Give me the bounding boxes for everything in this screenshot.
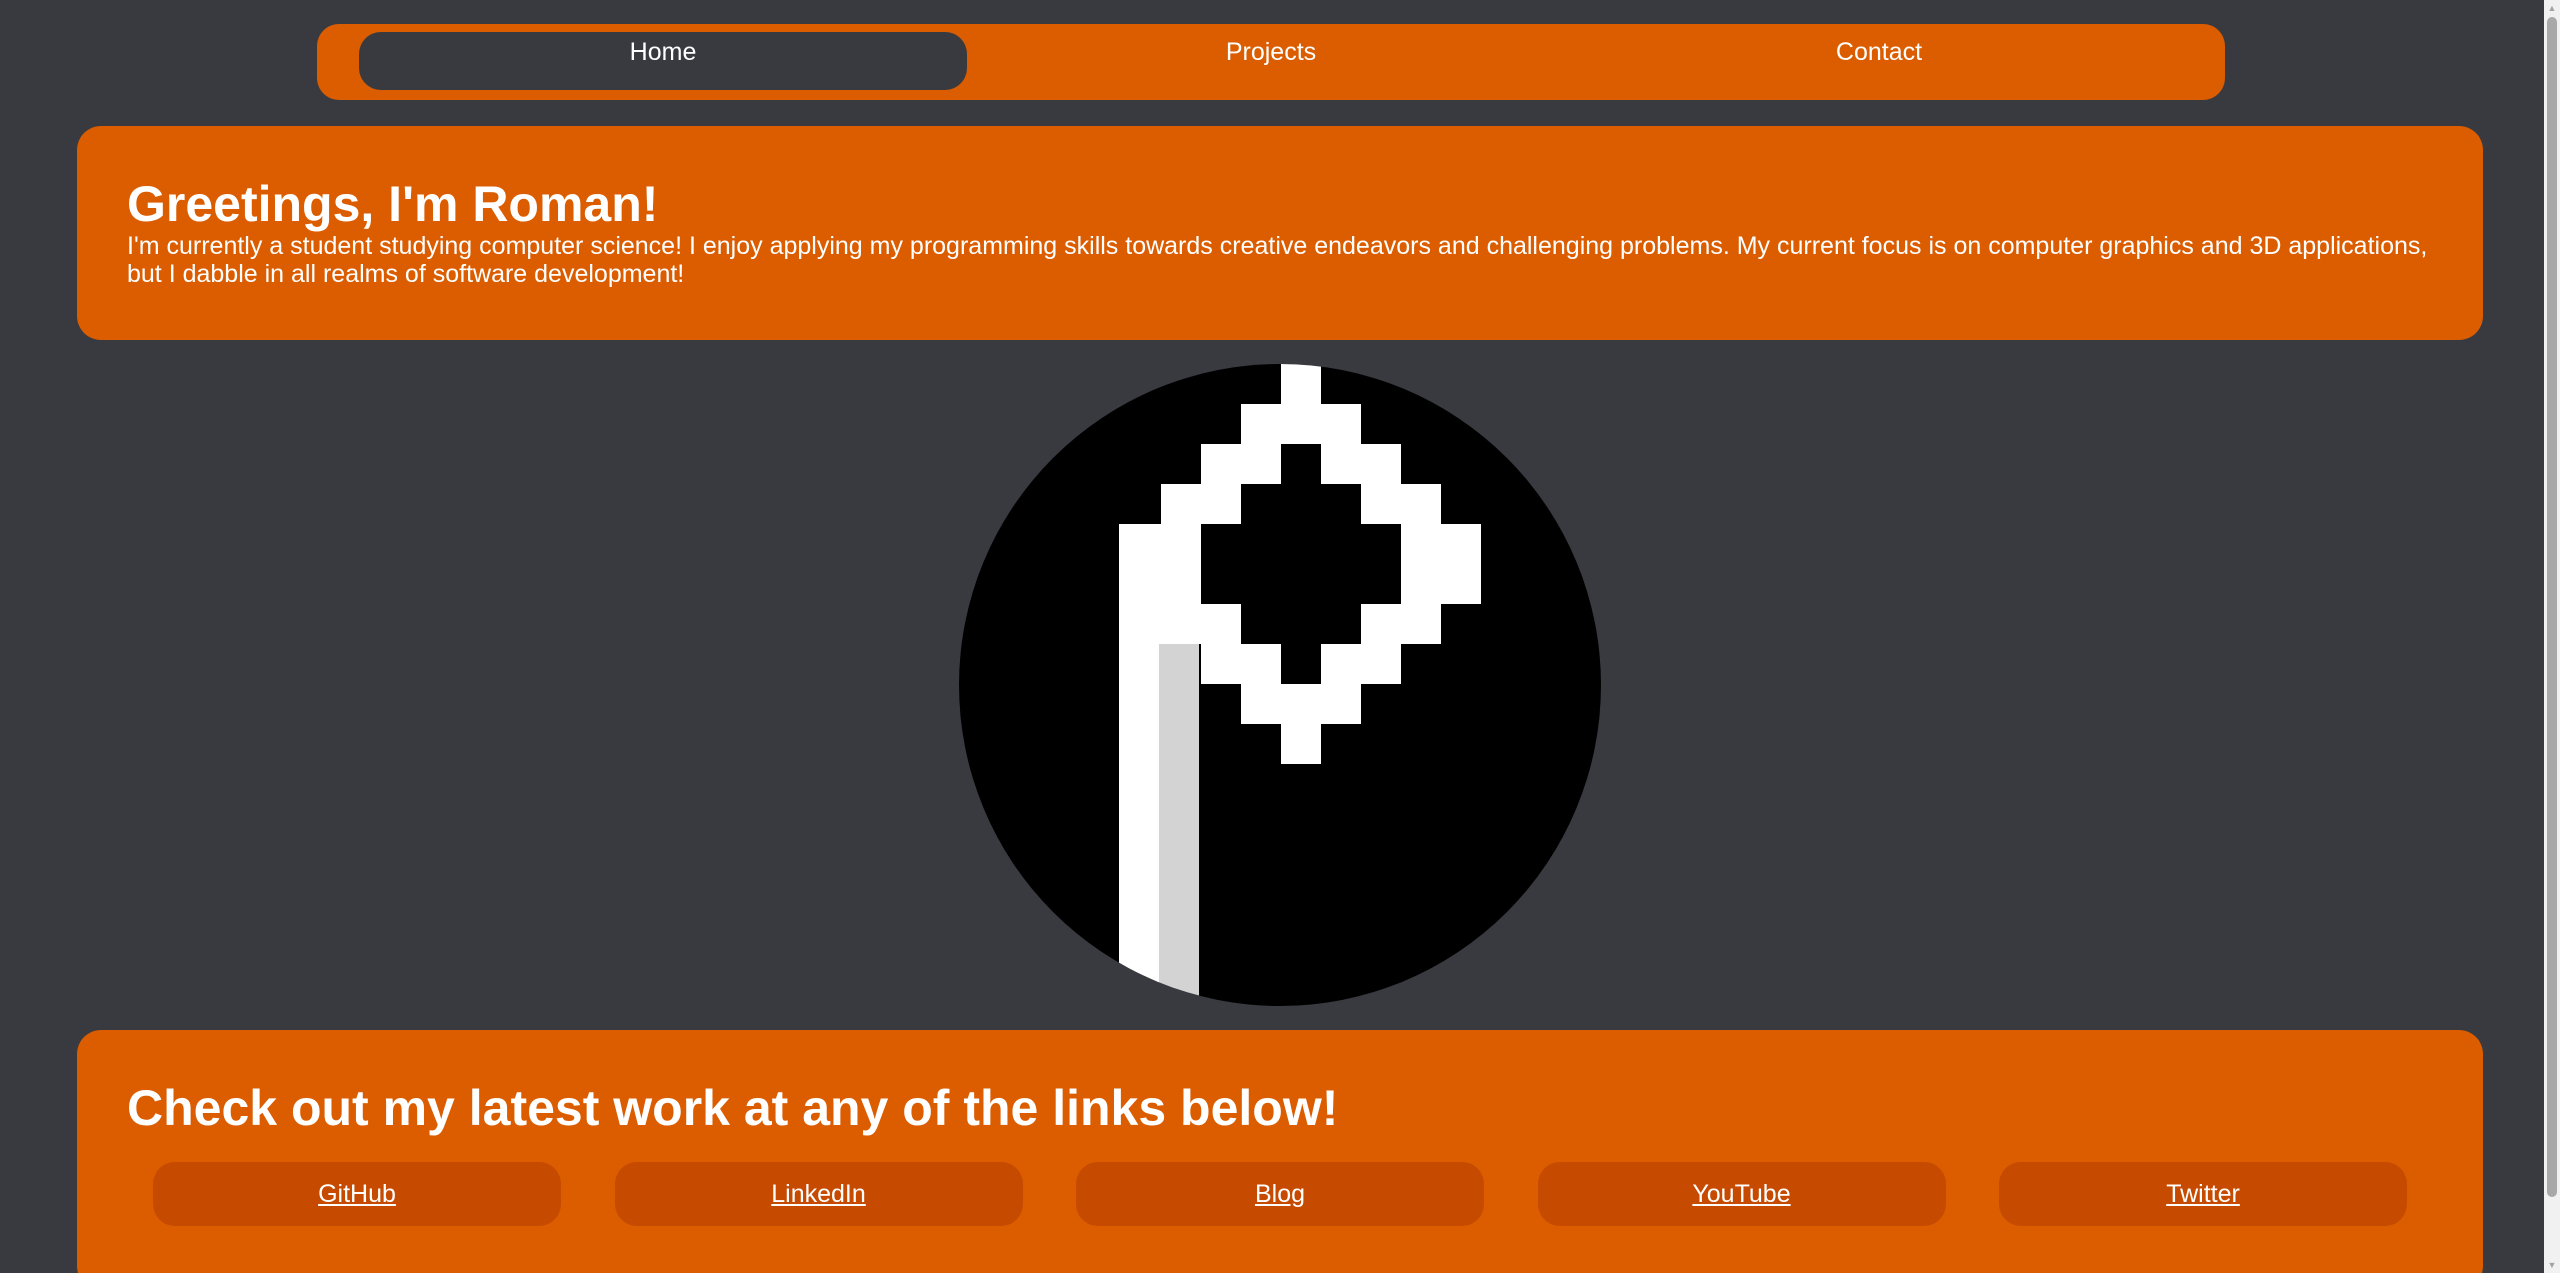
blog-link[interactable]: Blog: [1076, 1162, 1484, 1226]
youtube-link[interactable]: YouTube: [1537, 1162, 1946, 1226]
links-heading: Check out my latest work at any of the l…: [127, 1080, 1339, 1136]
scroll-up-arrow-icon[interactable]: ▲: [2544, 0, 2560, 16]
intro-title: Greetings, I'm Roman!: [127, 176, 659, 232]
page-scrollbar[interactable]: ▲ ▼: [2544, 0, 2560, 1273]
github-link[interactable]: GitHub: [153, 1162, 561, 1226]
scroll-down-arrow-icon[interactable]: ▼: [2544, 1257, 2560, 1273]
links-row: GitHub LinkedIn Blog YouTube Twitter: [153, 1162, 2407, 1226]
twitter-link[interactable]: Twitter: [1999, 1162, 2407, 1226]
nav-tab-projects[interactable]: Projects: [967, 32, 1575, 90]
scroll-thumb[interactable]: [2547, 17, 2557, 1197]
page: Home Projects Contact Greetings, I'm Rom…: [0, 0, 2544, 1273]
top-nav: Home Projects Contact: [317, 24, 2225, 100]
links-card: Check out my latest work at any of the l…: [77, 1030, 2483, 1273]
pixel-p-logo-icon: [959, 364, 1601, 1006]
nav-tab-contact[interactable]: Contact: [1575, 32, 2183, 90]
nav-tab-home[interactable]: Home: [359, 32, 967, 90]
intro-body: I'm currently a student studying compute…: [127, 232, 2428, 288]
intro-card: Greetings, I'm Roman! I'm currently a st…: [77, 126, 2483, 340]
linkedin-link[interactable]: LinkedIn: [614, 1162, 1023, 1226]
